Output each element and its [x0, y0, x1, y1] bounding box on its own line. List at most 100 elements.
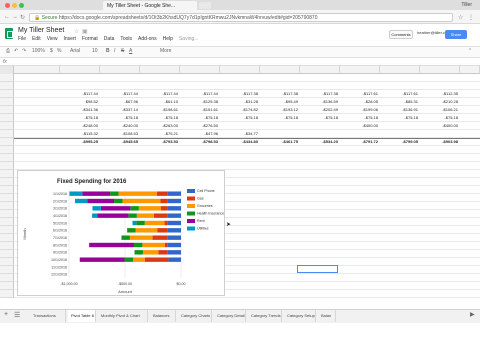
undo-icon[interactable]: ↶	[14, 48, 18, 54]
value-cell[interactable]: -$945.65	[100, 138, 140, 146]
value-cell[interactable]: -$117.44	[100, 90, 140, 98]
header-date-cell[interactable]	[260, 82, 300, 90]
sheet-tab[interactable]: Category Trends	[248, 310, 282, 322]
row-header-3[interactable]	[0, 90, 14, 98]
row-header-9[interactable]	[0, 138, 14, 146]
row-label-cell[interactable]	[14, 130, 60, 138]
value-cell[interactable]: -$75.18	[220, 114, 260, 122]
value-cell[interactable]: -$28.05	[340, 98, 380, 106]
value-cell[interactable]: -$202.49	[300, 106, 340, 114]
menu-insert[interactable]: Insert	[63, 36, 76, 42]
row-header-1[interactable]	[0, 74, 14, 82]
value-cell[interactable]: -$125.38	[180, 98, 220, 106]
value-cell[interactable]: -$151.61	[180, 106, 220, 114]
value-cell[interactable]	[340, 130, 380, 138]
value-cell[interactable]: -$193.12	[260, 106, 300, 114]
back-icon[interactable]: ←	[4, 14, 10, 20]
star-doc-icon[interactable]: ☆	[74, 28, 79, 35]
folder-icon[interactable]: ▣	[82, 28, 88, 35]
more-button[interactable]: More	[160, 48, 171, 54]
menu-help[interactable]: Help	[163, 36, 173, 42]
comments-button[interactable]: Comments	[389, 30, 413, 39]
add-sheet-icon[interactable]: +	[4, 311, 8, 318]
value-cell[interactable]: -$75.18	[380, 114, 420, 122]
row-header-27[interactable]	[0, 282, 14, 290]
value-cell[interactable]: -$31.28	[220, 98, 260, 106]
row-header-14[interactable]	[0, 178, 14, 186]
header-date-cell[interactable]	[180, 82, 220, 90]
row-label-cell[interactable]	[14, 90, 60, 98]
column-header-H[interactable]	[300, 66, 340, 74]
sheet-tab[interactable]: Balan	[318, 310, 336, 322]
sheet-tab[interactable]: Category Detail	[214, 310, 246, 322]
share-button[interactable]: Share	[445, 30, 467, 39]
value-cell[interactable]: -$75.18	[260, 114, 300, 122]
value-cell[interactable]: -$263.00	[140, 122, 180, 130]
header-date-cell[interactable]	[140, 82, 180, 90]
url-field[interactable]: 🔒 Secure https://docs.google.com/spreads…	[29, 13, 453, 22]
value-cell[interactable]: -$337.14	[100, 106, 140, 114]
value-cell[interactable]: -$798.53	[180, 138, 220, 146]
value-cell[interactable]: -$75.18	[180, 114, 220, 122]
row-header-23[interactable]	[0, 250, 14, 258]
header-date-cell[interactable]	[220, 82, 260, 90]
reload-icon[interactable]: ↻	[20, 14, 25, 21]
row-label-cell[interactable]	[14, 122, 60, 130]
value-cell[interactable]: -$75.18	[340, 114, 380, 122]
column-header-G[interactable]	[260, 66, 300, 74]
value-cell[interactable]: -$534.20	[300, 138, 340, 146]
value-cell[interactable]: -$341.36	[60, 106, 100, 114]
menu-file[interactable]: File	[18, 36, 26, 42]
value-cell[interactable]	[260, 130, 300, 138]
row-header-26[interactable]	[0, 274, 14, 282]
selected-cell[interactable]	[297, 265, 338, 273]
strikethrough-button[interactable]: S	[121, 48, 124, 54]
all-sheets-icon[interactable]: ☰	[14, 311, 20, 319]
value-cell[interactable]: -$400.00	[420, 122, 460, 130]
value-cell[interactable]: $98.52	[60, 98, 100, 106]
row-header-11[interactable]	[0, 154, 14, 162]
value-cell[interactable]: -$995.25	[60, 138, 100, 146]
value-cell[interactable]: -$210.28	[420, 98, 460, 106]
value-cell[interactable]: -$248.00	[60, 122, 100, 130]
header-date-cell[interactable]	[300, 82, 340, 90]
value-cell[interactable]: -$34.77	[220, 130, 260, 138]
sheet-tab[interactable]: Category Charts	[178, 310, 212, 322]
value-cell[interactable]: -$791.72	[340, 138, 380, 146]
value-cell[interactable]: -$117.61	[380, 90, 420, 98]
menu-addons[interactable]: Add-ons	[138, 36, 157, 42]
value-cell[interactable]	[260, 122, 300, 130]
row-header-8[interactable]	[0, 130, 14, 138]
star-icon[interactable]: ☆	[458, 14, 463, 21]
row-header-24[interactable]	[0, 258, 14, 266]
row-label-cell[interactable]	[14, 138, 60, 146]
value-cell[interactable]	[220, 122, 260, 130]
column-header-C[interactable]	[100, 66, 140, 74]
row-label-cell[interactable]	[14, 106, 60, 114]
value-cell[interactable]: -$434.80	[220, 138, 260, 146]
row-header-19[interactable]	[0, 218, 14, 226]
sheet-tab[interactable]: Transactions	[30, 310, 66, 322]
browser-profile[interactable]: Tiller	[461, 2, 472, 8]
row-label-cell[interactable]	[14, 98, 60, 106]
menu-edit[interactable]: Edit	[32, 36, 41, 42]
value-cell[interactable]: -$61.10	[140, 98, 180, 106]
row-header-10[interactable]	[0, 146, 14, 154]
value-cell[interactable]: -$117.38	[260, 90, 300, 98]
menu-data[interactable]: Data	[104, 36, 115, 42]
value-cell[interactable]: -$199.06	[340, 106, 380, 114]
percent-button[interactable]: %	[57, 48, 61, 54]
sheet-tab[interactable]: Pivot Table 8	[68, 310, 96, 322]
value-cell[interactable]: -$793.53	[140, 138, 180, 146]
zoom-select[interactable]: 100%	[32, 48, 45, 54]
select-all-corner[interactable]	[0, 66, 14, 74]
value-cell[interactable]: -$117.38	[220, 90, 260, 98]
column-header-B[interactable]	[60, 66, 100, 74]
row-header-15[interactable]	[0, 186, 14, 194]
column-header-I[interactable]	[340, 66, 380, 74]
menu-icon[interactable]: ⋮	[468, 14, 474, 21]
bold-button[interactable]: B	[106, 48, 110, 54]
value-cell[interactable]	[380, 130, 420, 138]
sheet-tab[interactable]: Balances	[150, 310, 176, 322]
italic-button[interactable]: I	[114, 48, 115, 54]
